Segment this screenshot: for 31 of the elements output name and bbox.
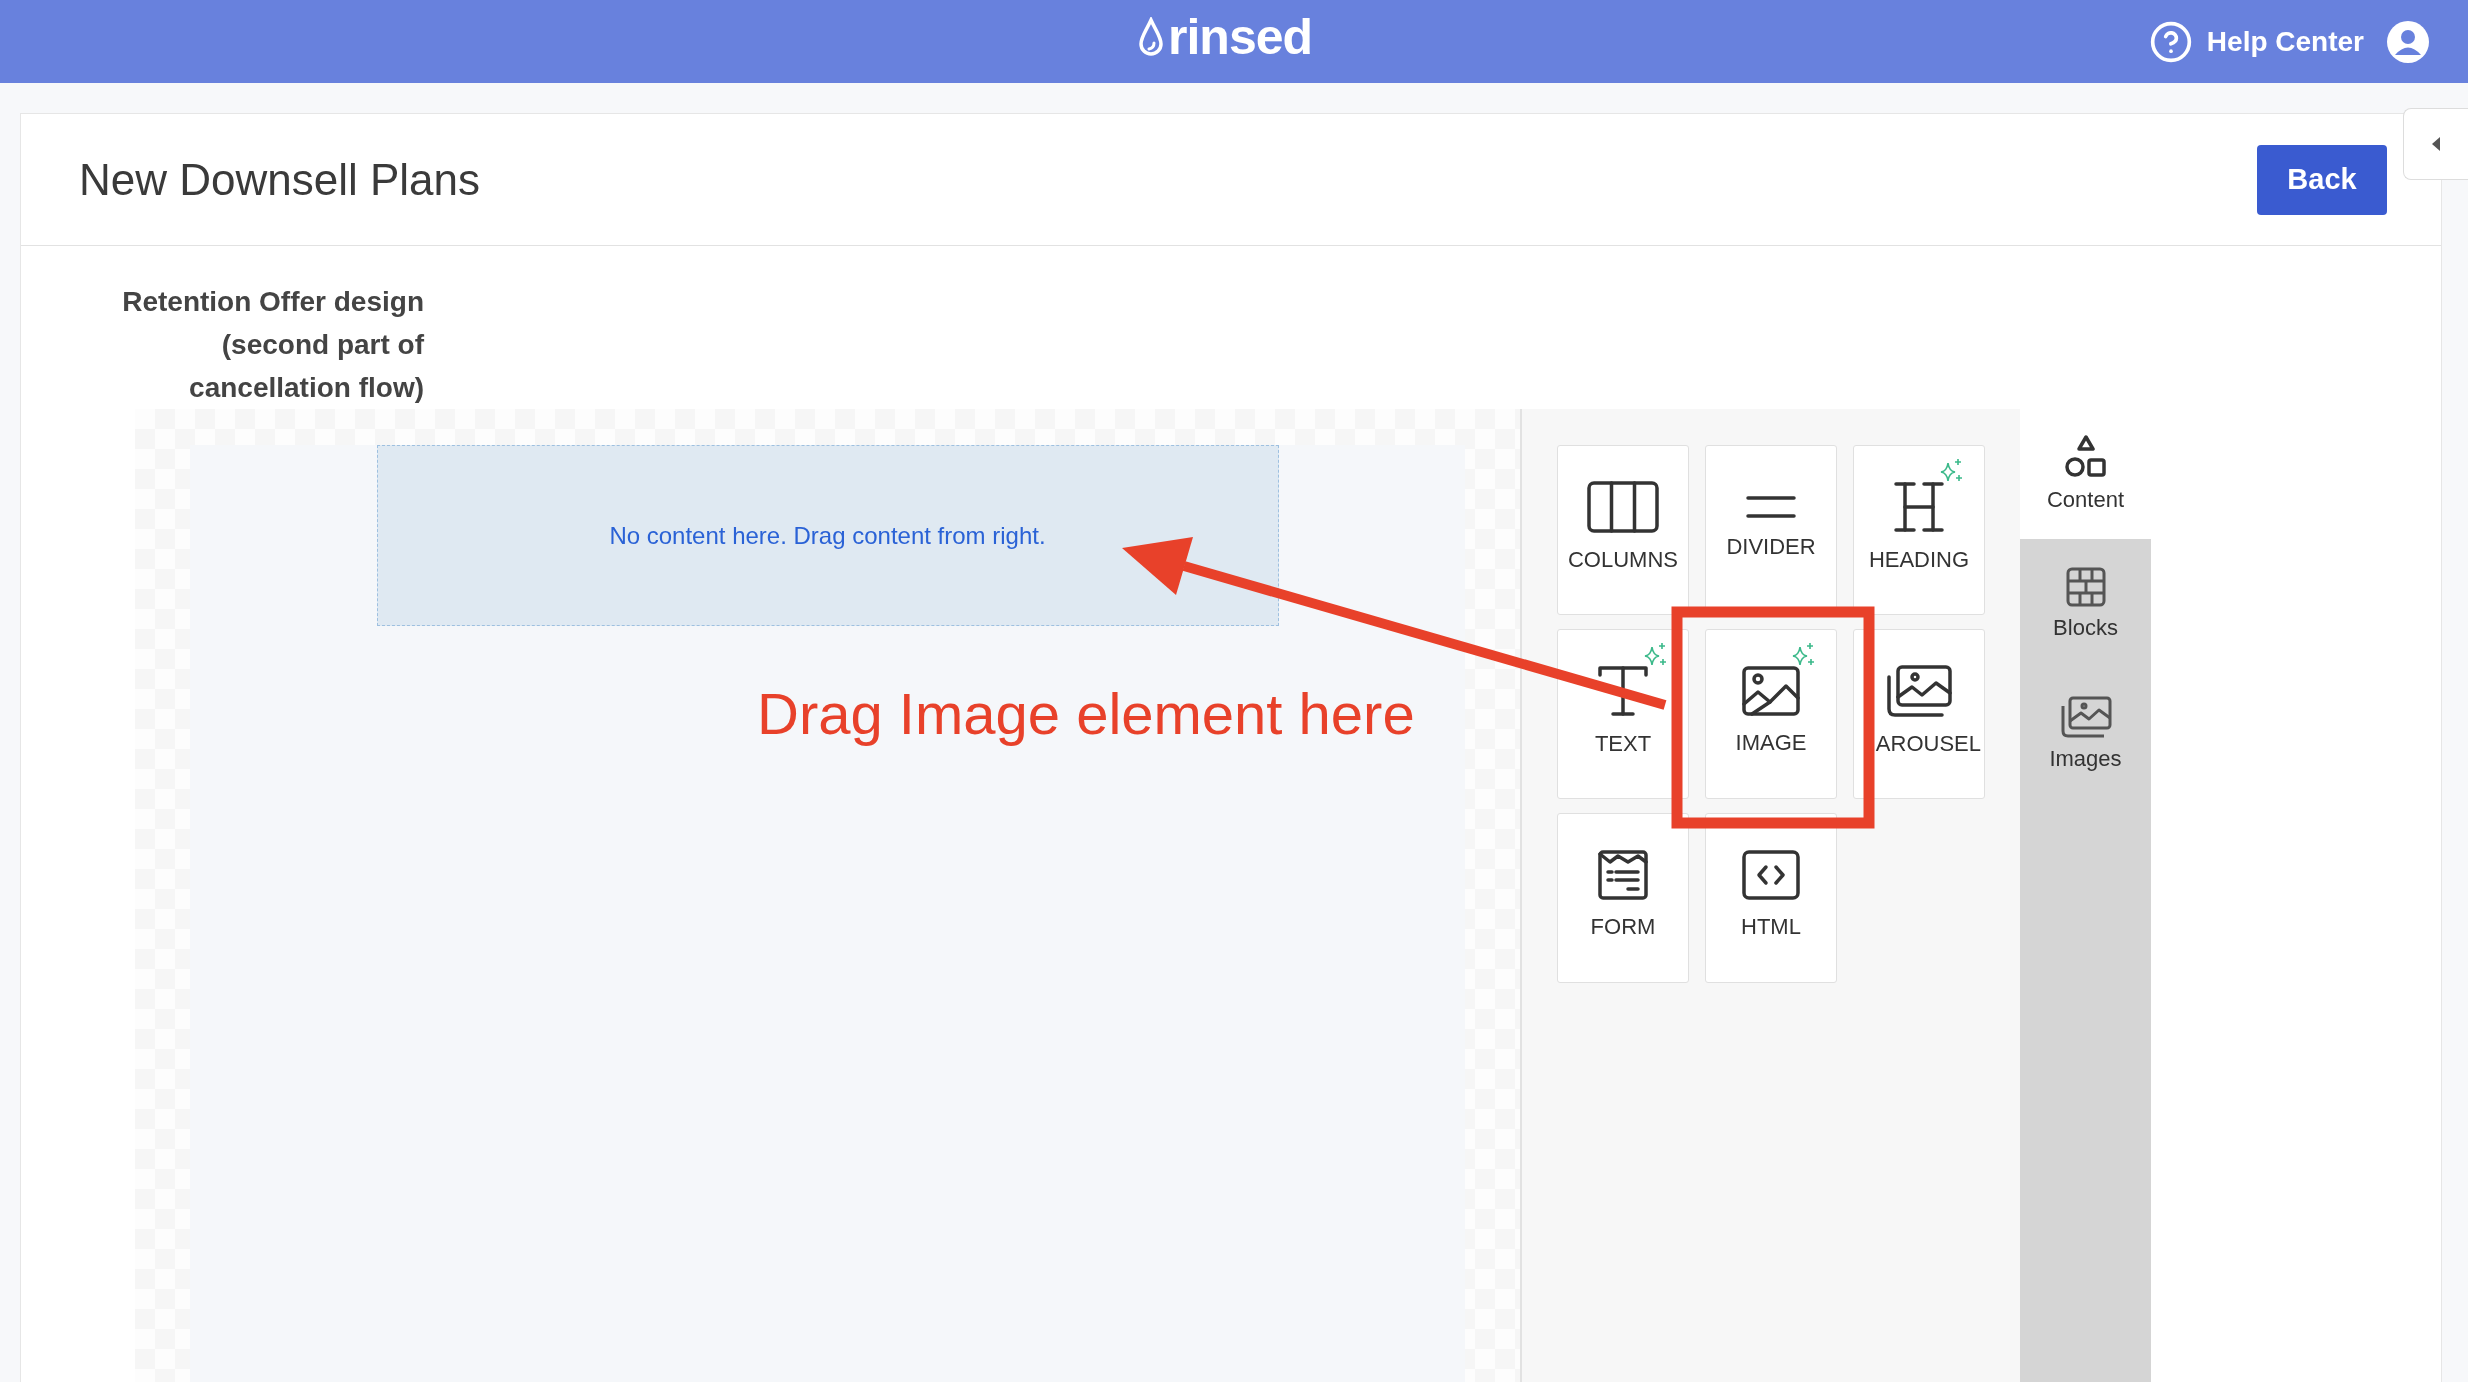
drop-zone: No content here. Drag content from right. [376,445,1279,626]
text-icon [1597,665,1649,717]
content-tile[interactable]: HEADING [1853,445,1985,615]
sidebar-tab[interactable]: Images [2020,669,2151,799]
content-tile[interactable]: HTML [1705,813,1837,983]
brick-wall-icon [2065,567,2106,607]
sidebar-tab[interactable]: Content [2020,409,2151,539]
code-icon [1742,850,1800,900]
columns-icon [1587,481,1659,533]
user-avatar-icon[interactable] [2386,19,2430,64]
content-tile[interactable]: IMAGE [1705,629,1837,799]
caret-icon [2431,136,2441,152]
gallery-icon [2059,696,2112,738]
heading-icon [1893,481,1945,533]
content-tile[interactable]: COLUMNS [1557,445,1689,615]
page-title: New Downsell Plans [79,154,481,205]
logo: rinsed [1168,8,1313,66]
form-icon [1598,850,1648,900]
help-center-link[interactable]: Help Center [2148,19,2364,64]
shapes-icon [2063,435,2108,479]
sidebar-tab[interactable]: Blocks [2020,539,2151,669]
image-icon [1742,666,1800,716]
drop-logo-icon [1138,17,1164,57]
carousel-icon [1886,665,1952,717]
annotation-text: Drag Image element here [757,680,1415,747]
back-button[interactable]: Back [2257,144,2387,215]
help-icon [2148,19,2193,64]
content-tile[interactable]: AROUSEL [1853,629,1985,799]
section-label: Retention Offer design (second part of cancellation flow) [121,285,424,405]
content-tile[interactable]: FORM [1557,813,1689,983]
divider-icon [1746,494,1796,520]
